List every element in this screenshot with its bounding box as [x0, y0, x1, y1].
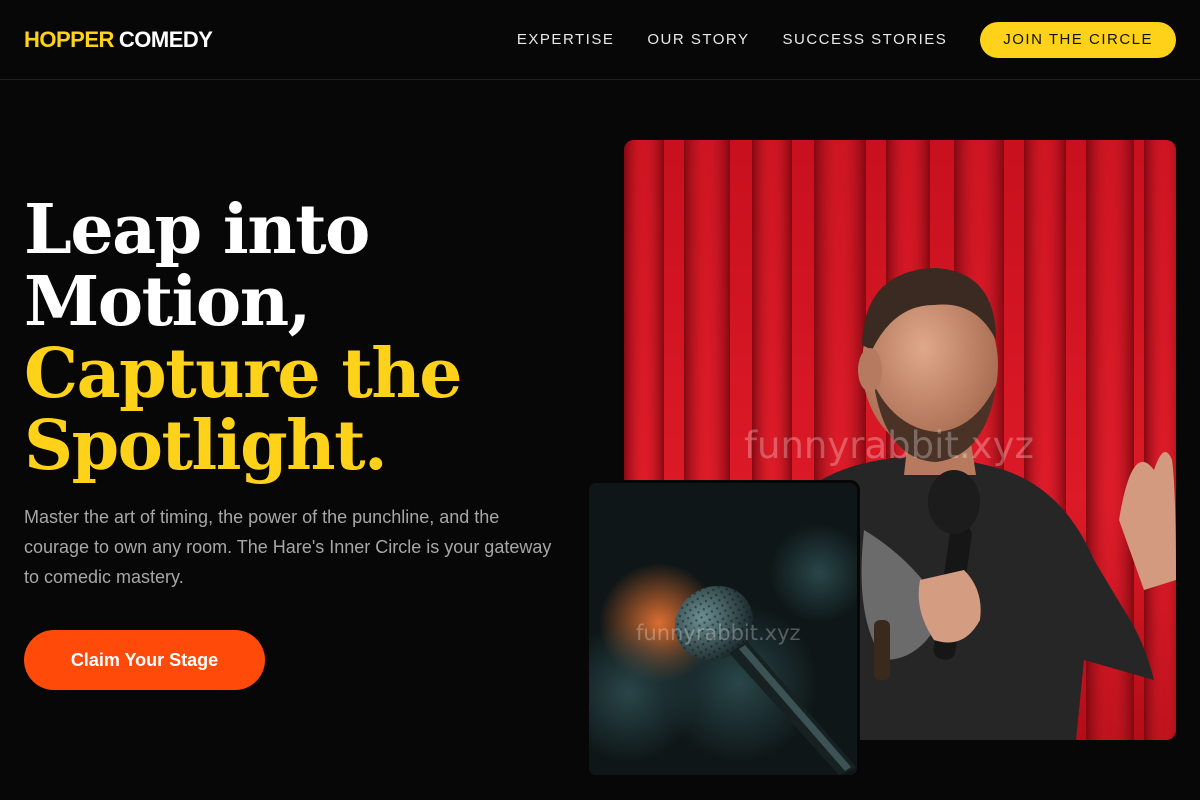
- hero-headline: Leap into Motion, Capture the Spotlight.: [24, 194, 604, 482]
- headline-line-4: Spotlight.: [24, 406, 388, 486]
- headline-line-3: Capture the: [24, 334, 462, 414]
- logo[interactable]: HOPPER COMEDY: [24, 26, 213, 53]
- headline-line-1: Leap into: [24, 190, 370, 270]
- microphone-photo: [586, 480, 860, 778]
- hero-subtext: Master the art of timing, the power of t…: [24, 507, 552, 587]
- logo-hopper: HOPPER: [24, 26, 114, 52]
- claim-your-stage-button[interactable]: Claim Your Stage: [24, 630, 265, 690]
- logo-comedy: COMEDY: [118, 26, 213, 52]
- main-nav: EXPERTISE OUR STORY SUCCESS STORIES JOIN…: [517, 21, 1176, 58]
- headline-line-2: Motion,: [24, 262, 311, 342]
- nav-expertise[interactable]: EXPERTISE: [517, 31, 614, 48]
- nav-success-stories[interactable]: SUCCESS STORIES: [782, 31, 947, 48]
- join-the-circle-button[interactable]: JOIN THE CIRCLE: [980, 21, 1176, 58]
- nav-our-story[interactable]: OUR STORY: [647, 31, 749, 48]
- site-header: HOPPER COMEDY EXPERTISE OUR STORY SUCCESS…: [0, 0, 1200, 80]
